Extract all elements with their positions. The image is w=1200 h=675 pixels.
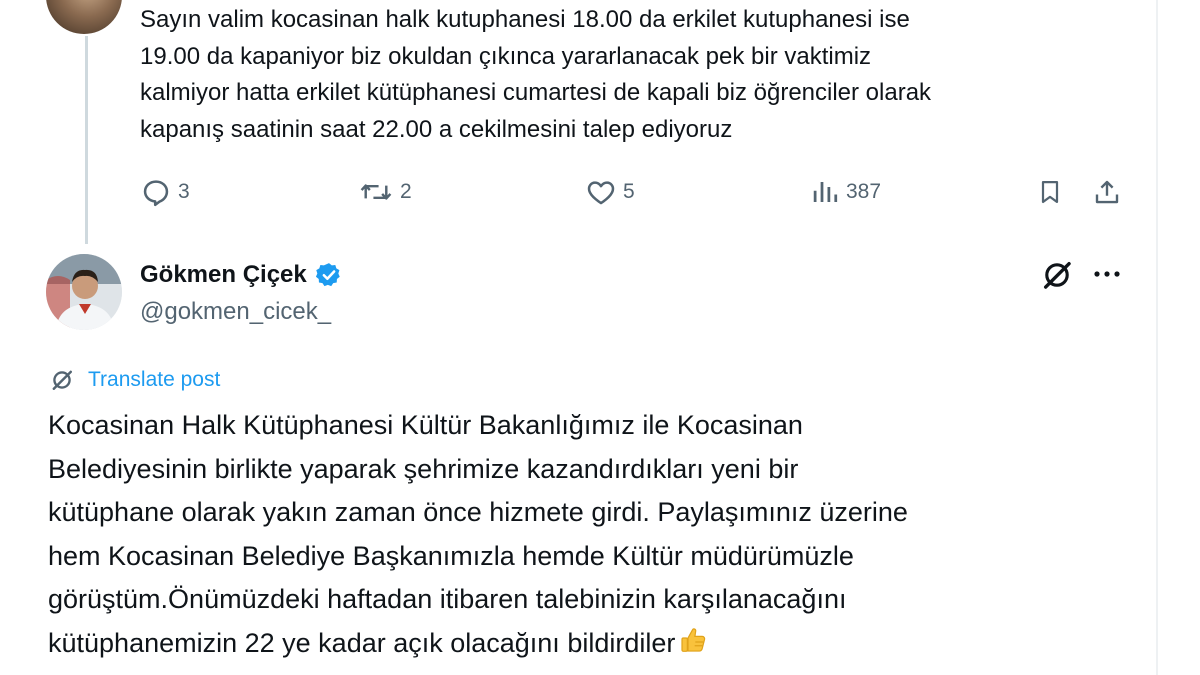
like-count: 5 bbox=[623, 180, 635, 203]
retweet-count: 2 bbox=[400, 180, 412, 203]
like-button[interactable]: 5 bbox=[585, 172, 635, 212]
translate-post-label: Translate post bbox=[88, 368, 221, 391]
reply-tweet-line: hem Kocasinan Belediye Başkanımızla hemd… bbox=[48, 540, 854, 571]
previous-tweet-text: Sayın valim kocasinan halk kutuphanesi 1… bbox=[140, 2, 1140, 148]
thumbs-up-icon bbox=[681, 628, 706, 652]
reply-icon bbox=[143, 180, 169, 207]
views-chart-icon bbox=[813, 182, 838, 202]
previous-tweet-line: 19.00 da kapaniyor biz okuldan çıkınca y… bbox=[140, 42, 872, 70]
author-handle[interactable]: @gokmen_cicek_ bbox=[140, 298, 331, 326]
thread-connector-line bbox=[85, 36, 88, 244]
retweet-icon bbox=[360, 184, 392, 200]
share-button[interactable] bbox=[1092, 172, 1122, 212]
previous-tweet-line: kapanış saatinin saat 22.00 a cekilmesin… bbox=[140, 115, 733, 143]
retweet-button[interactable]: 2 bbox=[358, 172, 412, 212]
verified-badge-icon bbox=[315, 263, 340, 287]
column-border bbox=[1156, 0, 1158, 675]
views-button[interactable]: 387 bbox=[810, 172, 881, 212]
heart-icon bbox=[587, 181, 615, 205]
previous-tweet-line: Sayın valim kocasinan halk kutuphanesi 1… bbox=[140, 6, 910, 33]
author-avatar-photo-icon bbox=[46, 254, 122, 330]
reply-tweet-text: Kocasinan Halk Kütüphanesi Kültür Bakanl… bbox=[48, 404, 1138, 666]
more-options-icon[interactable] bbox=[1090, 262, 1124, 286]
previous-tweet-avatar[interactable] bbox=[46, 0, 122, 34]
author-name-row: Gökmen Çiçek bbox=[140, 258, 343, 292]
bookmark-button[interactable] bbox=[1036, 172, 1064, 212]
reply-button[interactable]: 3 bbox=[140, 172, 190, 212]
tweet-thread-view: Sayın valim kocasinan halk kutuphanesi 1… bbox=[0, 0, 1200, 675]
reply-count: 3 bbox=[178, 180, 190, 203]
translate-post-link[interactable]: Translate post bbox=[48, 364, 220, 396]
author-display-name[interactable]: Gökmen Çiçek bbox=[140, 261, 307, 289]
translate-icon bbox=[52, 370, 72, 390]
reply-tweet-line: kütüphane olarak yakın zaman önce hizmet… bbox=[48, 497, 908, 528]
reply-tweet-line: kütüphanemizin 22 ye kadar açık olacağın… bbox=[48, 627, 676, 658]
reply-tweet-line: Kocasinan Halk Kütüphanesi Kültür Bakanl… bbox=[48, 410, 803, 440]
author-avatar[interactable] bbox=[46, 254, 122, 330]
view-count: 387 bbox=[846, 180, 882, 203]
previous-tweet-action-bar: 3 2 5 387 bbox=[0, 172, 1156, 212]
reply-tweet-line: görüştüm.Önümüzdeki haftadan itibaren ta… bbox=[48, 584, 847, 615]
previous-tweet-line: kalmiyor hatta erkilet kütüphanesi cumar… bbox=[140, 79, 932, 106]
share-icon bbox=[1095, 180, 1119, 204]
reply-tweet-line: Belediyesinin birlikte yaparak şehrimize… bbox=[48, 453, 799, 484]
bookmark-icon bbox=[1041, 180, 1059, 204]
grok-icon[interactable] bbox=[1040, 258, 1074, 292]
